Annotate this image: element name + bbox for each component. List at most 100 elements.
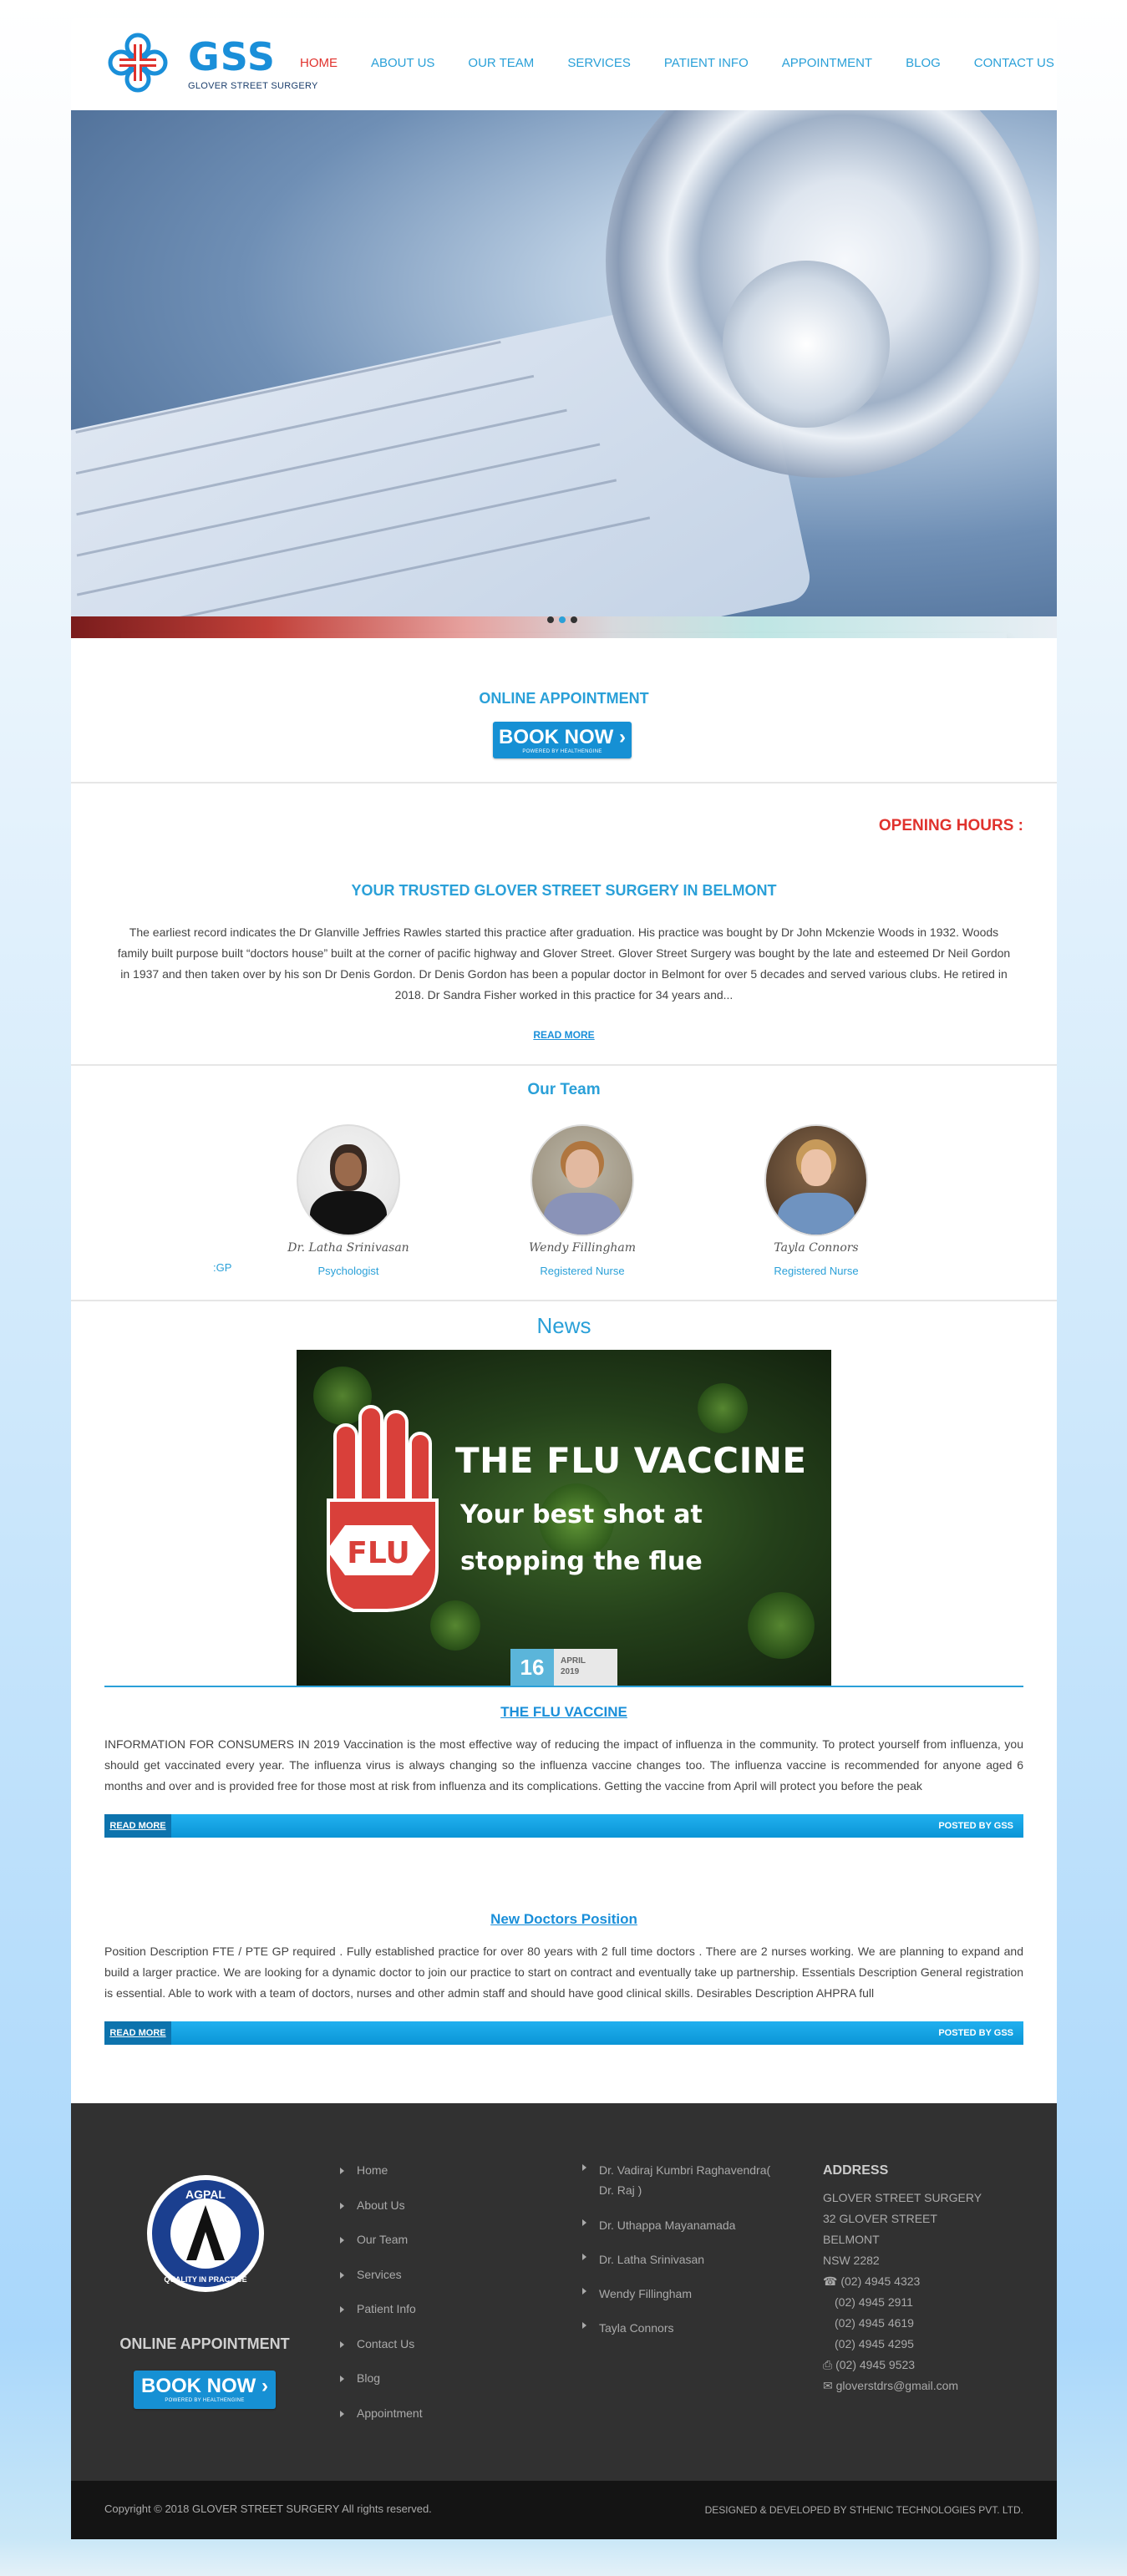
team-member-card[interactable]: Dr. Latha Srinivasan Psychologist bbox=[265, 1124, 432, 1277]
nav-about-us[interactable]: ABOUT US bbox=[371, 56, 434, 70]
nav-contact-us[interactable]: CONTACT US bbox=[974, 56, 1054, 70]
phone-row: ☎ (02) 4945 4323 bbox=[823, 2271, 982, 2292]
footer-book-now-button[interactable]: BOOK NOW › POWERED BY HEALTHENGINE bbox=[134, 2371, 276, 2409]
news-section: News FLU THE FLU VACCINE Your best shot … bbox=[71, 1301, 1057, 2103]
footer-doctor-link[interactable]: Dr. Uthappa Mayanamada bbox=[581, 2215, 781, 2235]
team-section: Our Team :GP Dr. Latha Srinivasan Psycho… bbox=[71, 1066, 1057, 1301]
powered-by-label: POWERED BY HEALTHENGINE bbox=[165, 2398, 245, 2403]
post-read-more-button[interactable]: READ MORE bbox=[104, 1814, 171, 1838]
footer-doctor-link[interactable]: Dr. Latha Srinivasan bbox=[581, 2249, 781, 2269]
phone-icon: ☎ bbox=[823, 2274, 838, 2288]
footer-link-about-us[interactable]: About Us bbox=[338, 2198, 423, 2234]
agpal-top-text: AGPAL bbox=[185, 2188, 226, 2201]
about-text: The earliest record indicates the Dr Gla… bbox=[117, 925, 1011, 1001]
team-member-role: Registered Nurse bbox=[774, 1265, 859, 1277]
online-appointment-title: ONLINE APPOINTMENT bbox=[479, 690, 649, 707]
opening-hours-title: OPENING HOURS : bbox=[878, 817, 1023, 834]
flu-tagline-2: stopping the flue bbox=[460, 1547, 703, 1576]
team-member-role: Psychologist bbox=[317, 1265, 379, 1277]
post-date-year: 2019 bbox=[561, 1667, 580, 1676]
footer-doctor-links: Dr. Vadiraj Kumbri Raghavendra( Dr. Raj … bbox=[581, 2163, 781, 2338]
team-member-card[interactable]: Wendy Fillingham Registered Nurse bbox=[499, 1124, 666, 1277]
main-nav: HOME ABOUT US OUR TEAM SERVICES PATIENT … bbox=[300, 56, 1088, 70]
team-member-card[interactable]: Tayla Connors Registered Nurse bbox=[733, 1124, 900, 1277]
fax-number: (02) 4945 9523 bbox=[835, 2358, 916, 2371]
hero-slider[interactable] bbox=[71, 110, 1057, 638]
nav-our-team[interactable]: OUR TEAM bbox=[468, 56, 534, 70]
copyright-text: Copyright © 2018 GLOVER STREET SURGERY A… bbox=[104, 2502, 432, 2515]
footer-link-patient-info[interactable]: Patient Info bbox=[338, 2302, 423, 2337]
agpal-bottom-text: QUALITY IN PRACTICE bbox=[164, 2275, 246, 2284]
flu-tagline-1: Your best shot at bbox=[460, 1500, 703, 1529]
address-line: 32 GLOVER STREET bbox=[823, 2212, 937, 2225]
site-logo[interactable]: GSS GLOVER STREET SURGERY bbox=[104, 29, 317, 96]
footer-link-home[interactable]: Home bbox=[338, 2163, 423, 2198]
phone-number[interactable]: (02) 4945 2911 bbox=[823, 2292, 982, 2313]
team-member-name: Dr. Latha Srinivasan bbox=[287, 1241, 409, 1255]
nav-appointment[interactable]: APPOINTMENT bbox=[782, 56, 872, 70]
email-link[interactable]: gloverstdrs@gmail.com bbox=[836, 2379, 958, 2392]
book-now-button[interactable]: BOOK NOW › POWERED BY HEALTHENGINE bbox=[493, 722, 632, 758]
chevron-right-icon: › bbox=[619, 726, 626, 748]
address-heading: ADDRESS bbox=[823, 2163, 889, 2178]
site-footer: AGPAL QUALITY IN PRACTICE ONLINE APPOINT… bbox=[71, 2103, 1057, 2481]
slider-dots bbox=[547, 616, 577, 623]
envelope-icon: ✉ bbox=[823, 2379, 833, 2392]
footer-link-services[interactable]: Services bbox=[338, 2268, 423, 2303]
footer-link-appointment[interactable]: Appointment bbox=[338, 2406, 423, 2442]
flu-vaccine-image[interactable]: FLU THE FLU VACCINE Your best shot at st… bbox=[297, 1350, 831, 1686]
nav-patient-info[interactable]: PATIENT INFO bbox=[664, 56, 749, 70]
email-row: ✉ gloverstdrs@gmail.com bbox=[823, 2376, 982, 2396]
post-title[interactable]: New Doctors Position bbox=[71, 1911, 1057, 1928]
team-member-name: Tayla Connors bbox=[774, 1241, 859, 1255]
post-author: POSTED BY GSS bbox=[938, 2028, 1013, 2038]
fax-icon: ⎙ bbox=[823, 2358, 833, 2371]
footer-links: Home About Us Our Team Services Patient … bbox=[338, 2163, 423, 2441]
footer-link-our-team[interactable]: Our Team bbox=[338, 2233, 423, 2268]
agpal-badge: AGPAL QUALITY IN PRACTICE bbox=[147, 2175, 264, 2292]
post-title[interactable]: THE FLU VACCINE bbox=[71, 1704, 1057, 1721]
post-author: POSTED BY GSS bbox=[938, 1821, 1013, 1831]
post-footer-bar: READ MORE POSTED BY GSS bbox=[104, 2021, 1023, 2045]
phone-number[interactable]: (02) 4945 4295 bbox=[823, 2334, 982, 2355]
developer-credit[interactable]: DESIGNED & DEVELOPED BY STHENIC TECHNOLO… bbox=[705, 2504, 1023, 2516]
nav-services[interactable]: SERVICES bbox=[567, 56, 631, 70]
nav-home[interactable]: HOME bbox=[300, 56, 338, 70]
about-read-more-link[interactable]: READ MORE bbox=[71, 1029, 1057, 1041]
team-partial-role: :GP bbox=[213, 1261, 232, 1274]
post-read-more-button[interactable]: READ MORE bbox=[104, 2021, 171, 2045]
slider-dot-active[interactable] bbox=[559, 616, 566, 623]
avatar bbox=[297, 1124, 400, 1236]
slider-dot[interactable] bbox=[571, 616, 577, 623]
about-section: OPENING HOURS : YOUR TRUSTED GLOVER STRE… bbox=[71, 783, 1057, 1066]
footer-link-contact-us[interactable]: Contact Us bbox=[338, 2337, 423, 2372]
phone-number[interactable]: (02) 4945 4619 bbox=[823, 2313, 982, 2334]
avatar bbox=[531, 1124, 634, 1236]
stethoscope-disc bbox=[723, 261, 890, 428]
team-title: Our Team bbox=[527, 1081, 601, 1098]
team-member-name: Wendy Fillingham bbox=[528, 1241, 637, 1255]
book-now-label: BOOK NOW bbox=[499, 726, 614, 748]
footer-doctor-link[interactable]: Dr. Vadiraj Kumbri Raghavendra( Dr. Raj … bbox=[581, 2160, 781, 2200]
footer-bottom-bar: Copyright © 2018 GLOVER STREET SURGERY A… bbox=[71, 2481, 1057, 2539]
post-date-month-year: APRIL 2019 bbox=[554, 1649, 617, 1686]
book-now-label: BOOK NOW bbox=[141, 2375, 256, 2397]
footer-link-blog[interactable]: Blog bbox=[338, 2371, 423, 2406]
hero-image-stethoscope bbox=[71, 110, 1057, 638]
post-footer-bar: READ MORE POSTED BY GSS bbox=[104, 1814, 1023, 1838]
about-title: YOUR TRUSTED GLOVER STREET SURGERY IN BE… bbox=[351, 882, 777, 899]
phone-number[interactable]: (02) 4945 4323 bbox=[840, 2274, 920, 2288]
footer-doctor-link[interactable]: Wendy Fillingham bbox=[581, 2284, 781, 2304]
fax-row: ⎙ (02) 4945 9523 bbox=[823, 2355, 982, 2376]
address-line: BELMONT bbox=[823, 2233, 880, 2246]
flu-headline: THE FLU VACCINE bbox=[455, 1440, 807, 1481]
news-title: News bbox=[536, 1313, 591, 1338]
address-line: NSW 2282 bbox=[823, 2254, 880, 2267]
powered-by-label: POWERED BY HEALTHENGINE bbox=[522, 749, 602, 754]
footer-doctor-link[interactable]: Tayla Connors bbox=[581, 2318, 781, 2338]
nav-blog[interactable]: BLOG bbox=[906, 56, 941, 70]
post-excerpt: INFORMATION FOR CONSUMERS IN 2019 Vaccin… bbox=[104, 1737, 1023, 1793]
post-date-month: APRIL bbox=[561, 1656, 586, 1666]
post-excerpt: Position Description FTE / PTE GP requir… bbox=[104, 1945, 1023, 2000]
slider-dot[interactable] bbox=[547, 616, 554, 623]
